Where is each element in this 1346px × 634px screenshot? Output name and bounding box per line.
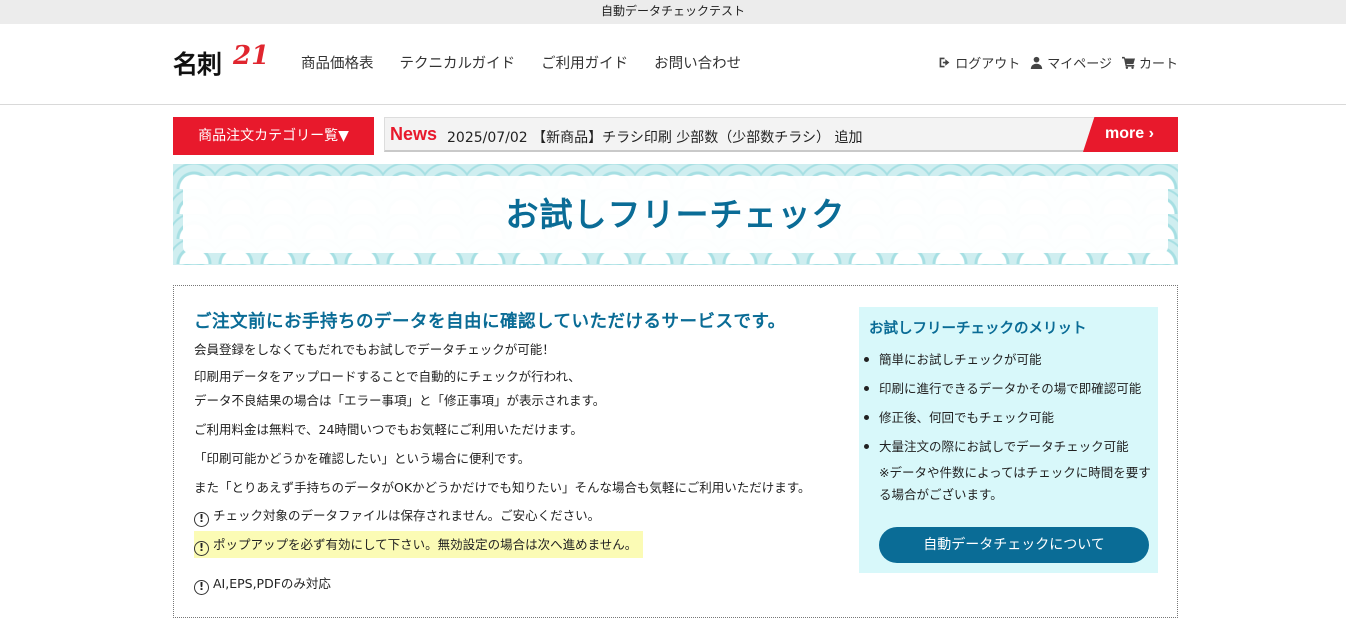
site-logo[interactable]: 名刺 21 bbox=[173, 41, 269, 85]
notice-formats: ! AI,EPS,PDFのみ対応 bbox=[194, 572, 331, 596]
news-ticker: News 2025/07/02 【新商品】チラシ印刷 少部数（少部数チラシ） 追… bbox=[384, 117, 1178, 152]
merit-item: 大量注文の際にお試しでデータチェック可能 bbox=[863, 432, 1141, 461]
nav-price-list[interactable]: 商品価格表 bbox=[301, 52, 374, 73]
logo-text: 名刺 bbox=[173, 50, 222, 79]
category-list-button[interactable]: 商品注文カテゴリー覧▼ bbox=[173, 117, 374, 155]
nav-technical-guide[interactable]: テクニカルガイド bbox=[400, 52, 516, 73]
warning-icon: ! bbox=[194, 580, 209, 595]
news-more-button[interactable]: more › bbox=[1083, 117, 1178, 152]
notice-no-storage-text: チェック対象のデータファイルは保存されません。ご安心ください。 bbox=[213, 508, 601, 523]
logout-link[interactable]: ログアウト bbox=[938, 53, 1020, 72]
intro-text-1: 会員登録をしなくてもだれでもお試しでデータチェックが可能！ bbox=[194, 342, 555, 357]
merit-title: お試しフリーチェックのメリット bbox=[869, 321, 1087, 337]
nav-usage-guide[interactable]: ご利用ガイド bbox=[541, 52, 628, 73]
cart-label: カート bbox=[1138, 57, 1178, 72]
intro-text-4: 「印刷可能かどうかを確認したい」という場合に便利です。 bbox=[194, 451, 531, 466]
merit-panel: お試しフリーチェックのメリット 簡単にお試しチェックが可能 印刷に進行できるデー… bbox=[859, 307, 1158, 573]
intro-text-2a: 印刷用データをアップロードすることで自動的にチェックが行われ、 bbox=[194, 369, 581, 384]
notice-no-storage: ! チェック対象のデータファイルは保存されません。ご安心ください。 bbox=[194, 504, 600, 528]
main-content-box: ご注文前にお手持ちのデータを自由に確認していただけるサービスです。 会員登録をし… bbox=[173, 285, 1178, 618]
cart-icon bbox=[1121, 56, 1135, 69]
logo-number: 21 bbox=[233, 41, 270, 71]
user-icon bbox=[1031, 56, 1043, 69]
notice-popup: ! ポップアップを必ず有効にして下さい。無効設定の場合は次へ進めません。 bbox=[194, 531, 644, 558]
merit-item: 簡単にお試しチェックが可能 bbox=[863, 345, 1141, 374]
news-headline[interactable]: 2025/07/02 【新商品】チラシ印刷 少部数（少部数チラシ） 追加 bbox=[447, 127, 862, 147]
notice-popup-text: ポップアップを必ず有効にして下さい。無効設定の場合は次へ進めません。 bbox=[213, 537, 638, 552]
merit-note: ※データや件数によってはチェックに時間を要する場合がございます。 bbox=[879, 465, 1151, 502]
merit-list: 簡単にお試しチェックが可能 印刷に進行できるデータかその場で即確認可能 修正後、… bbox=[863, 345, 1141, 461]
intro-text-5: また「とりあえず手持ちのデータがOKかどうかだけでも知りたい」そんな場合も気軽に… bbox=[194, 480, 811, 495]
user-menu: ログアウト マイページ カート bbox=[938, 53, 1178, 72]
lead-heading: ご注文前にお手持ちのデータを自由に確認していただけるサービスです。 bbox=[194, 312, 786, 332]
merit-item: 印刷に進行できるデータかその場で即確認可能 bbox=[863, 374, 1141, 403]
logout-label: ログアウト bbox=[955, 57, 1021, 72]
page-title: お試しフリーチェック bbox=[505, 195, 846, 234]
auto-check-info-button[interactable]: 自動データチェックについて bbox=[879, 527, 1149, 563]
intro-text-3: ご利用料金は無料で、24時間いつでもお気軽にご利用いただけます。 bbox=[194, 422, 583, 437]
warning-icon: ! bbox=[194, 512, 209, 527]
intro-text-2b: データ不良結果の場合は「エラー事項」と「修正事項」が表示されます。 bbox=[194, 393, 606, 408]
mypage-link[interactable]: マイページ bbox=[1030, 53, 1112, 72]
site-test-bar: 自動データチェックテスト bbox=[0, 0, 1346, 24]
test-bar-text: 自動データチェックテスト bbox=[600, 4, 745, 18]
main-nav: 商品価格表 テクニカルガイド ご利用ガイド お問い合わせ bbox=[301, 52, 741, 73]
notice-formats-text: AI,EPS,PDFのみ対応 bbox=[213, 576, 331, 591]
merit-item: 修正後、何回でもチェック可能 bbox=[863, 403, 1141, 432]
popup-highlight: ! ポップアップを必ず有効にして下さい。無効設定の場合は次へ進めません。 bbox=[194, 531, 644, 558]
mypage-label: マイページ bbox=[1047, 57, 1112, 72]
site-header: 名刺 21 商品価格表 テクニカルガイド ご利用ガイド お問い合わせ ログアウト… bbox=[0, 24, 1346, 105]
banner-title-box: お試しフリーチェック bbox=[183, 176, 1168, 253]
cart-link[interactable]: カート bbox=[1121, 53, 1178, 72]
warning-icon: ! bbox=[194, 541, 209, 556]
news-label: News bbox=[390, 124, 438, 144]
page-banner: お試しフリーチェック bbox=[173, 164, 1178, 265]
nav-contact[interactable]: お問い合わせ bbox=[654, 52, 741, 73]
logout-icon bbox=[939, 57, 950, 68]
